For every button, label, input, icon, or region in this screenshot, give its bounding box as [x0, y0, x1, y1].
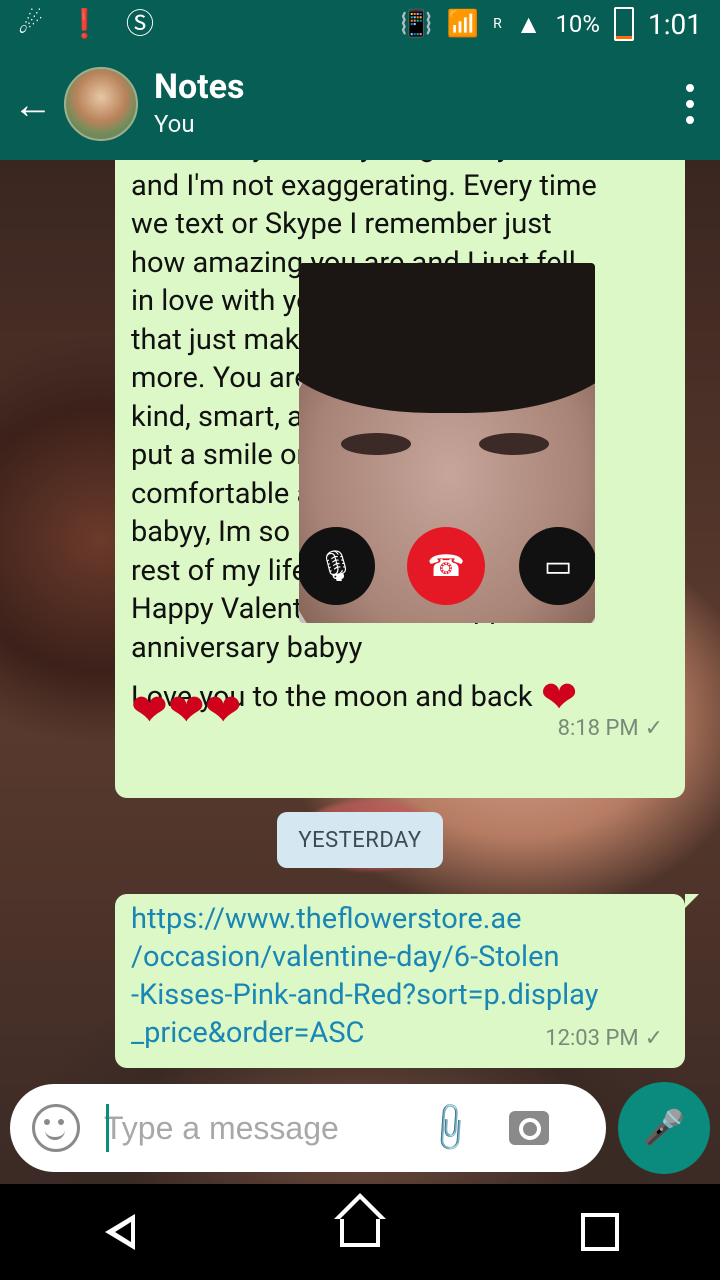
- toggle-video-button[interactable]: ▭: [519, 527, 595, 605]
- hangup-icon: ☎: [427, 548, 465, 584]
- caller-video-detail: [299, 263, 595, 413]
- message-meta: 8:18 PM ✓: [558, 716, 663, 741]
- message-meta: 12:03 PM ✓: [545, 1026, 663, 1051]
- sent-check-icon: ✓: [644, 716, 663, 741]
- alert-icon: ❗: [67, 7, 102, 40]
- notification-icon: ☄: [18, 7, 44, 40]
- video-call-overlay[interactable]: 🎙 ☎ ▭: [299, 263, 595, 623]
- end-call-button[interactable]: ☎: [407, 527, 485, 605]
- hearts-row: ❤❤❤: [131, 688, 242, 732]
- contact-name: Notes: [154, 67, 245, 107]
- status-bar: ☄ ❗ Ⓢ 📳 📶 R ▲ 10% 1:01: [0, 0, 720, 48]
- caller-video-detail: [341, 433, 411, 455]
- heart-icon: ❤: [540, 671, 578, 723]
- system-nav-bar: [0, 1184, 720, 1280]
- message-input[interactable]: [102, 1108, 426, 1148]
- message-composer: 📎: [10, 1084, 606, 1172]
- signal-roaming-label: R: [493, 16, 502, 32]
- mute-mic-button[interactable]: 🎙: [299, 527, 375, 605]
- overflow-menu-icon[interactable]: [660, 84, 720, 124]
- caller-video-detail: [479, 433, 549, 455]
- mic-icon: 🎤: [642, 1108, 686, 1148]
- mic-icon: 🎙: [316, 548, 356, 584]
- vibrate-icon: 📳: [400, 9, 433, 39]
- emoji-icon[interactable]: [32, 1104, 80, 1152]
- text-caret: [106, 1104, 109, 1152]
- attach-icon[interactable]: 📎: [421, 1099, 479, 1157]
- recents-icon: [581, 1213, 619, 1251]
- voice-record-button[interactable]: 🎤: [618, 1082, 710, 1174]
- back-arrow-icon[interactable]: ←: [2, 81, 64, 128]
- back-icon: [105, 1214, 135, 1250]
- sent-check-icon: ✓: [644, 1026, 663, 1051]
- bubble-tail: [685, 894, 699, 908]
- wifi-icon: 📶: [446, 9, 480, 39]
- message-time: 8:18 PM: [557, 716, 639, 741]
- skype-icon: Ⓢ: [125, 7, 154, 40]
- app-bar: ← Notes You: [0, 48, 720, 160]
- nav-recents-button[interactable]: [560, 1202, 640, 1262]
- video-camera-icon: ▭: [543, 548, 573, 584]
- clock: 1:01: [648, 7, 702, 41]
- contact-subtitle: You: [154, 110, 195, 138]
- nav-home-button[interactable]: [320, 1193, 400, 1262]
- camera-icon[interactable]: [509, 1111, 550, 1145]
- home-icon: [334, 1193, 386, 1247]
- nav-back-button[interactable]: [80, 1202, 160, 1262]
- battery-icon: [614, 7, 634, 41]
- avatar[interactable]: [64, 67, 138, 141]
- message-time: 12:03 PM: [545, 1026, 639, 1051]
- battery-percent: 10%: [555, 10, 600, 38]
- message-bubble[interactable]: https://www.theflowerstore.ae /occasion/…: [115, 894, 699, 1068]
- contact-info[interactable]: Notes You: [154, 67, 245, 141]
- date-divider: YESTERDAY: [277, 812, 443, 868]
- signal-icon: ▲: [515, 9, 542, 40]
- hearts: ❤❤❤: [131, 684, 242, 736]
